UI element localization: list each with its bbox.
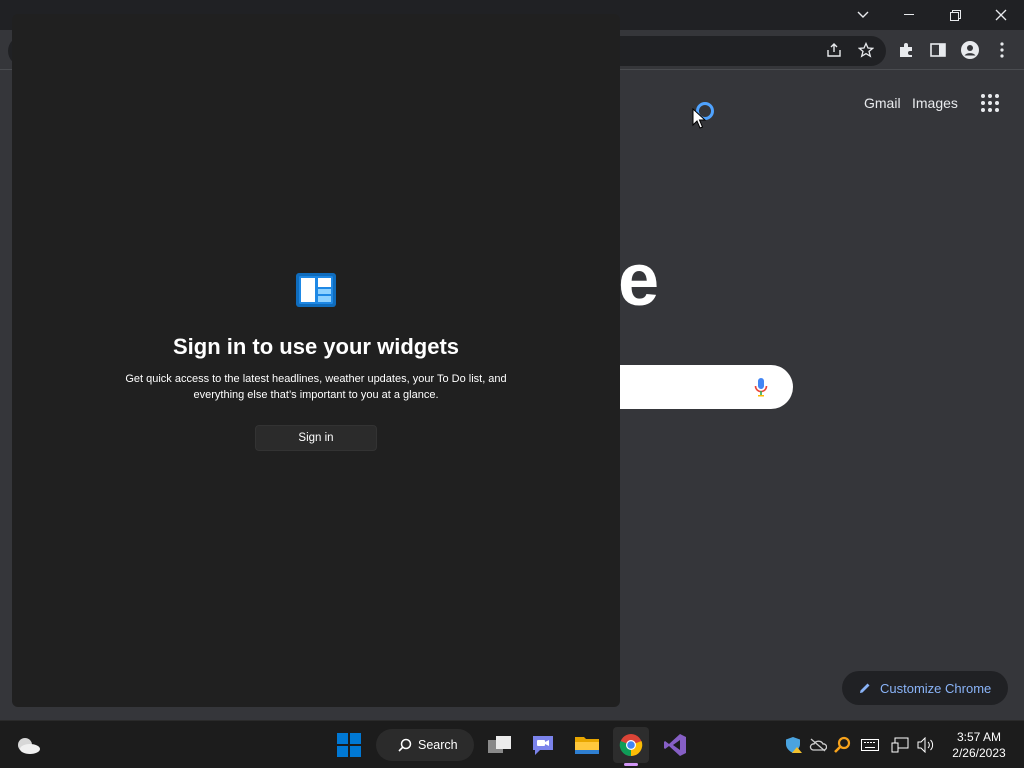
apps-grid-icon — [981, 94, 999, 112]
sign-in-button[interactable]: Sign in — [255, 425, 377, 451]
task-view-icon — [488, 736, 511, 753]
close-icon — [995, 9, 1007, 21]
tab-search-button[interactable] — [840, 0, 886, 30]
cloud-icon — [18, 738, 40, 754]
voice-search-button[interactable] — [754, 377, 768, 402]
google-logo: e — [618, 238, 660, 321]
folder-icon — [575, 737, 599, 754]
customize-chrome-label: Customize Chrome — [880, 680, 992, 696]
customize-chrome-button[interactable]: Customize Chrome — [842, 671, 1008, 705]
visual-studio-button[interactable] — [657, 727, 693, 763]
menu-icon — [1000, 42, 1004, 58]
teams-chat-icon — [533, 736, 553, 755]
taskbar: Search 3:57 AM 2/26/2023 — [0, 720, 1024, 768]
speaker-icon — [917, 737, 934, 753]
share-button[interactable] — [822, 38, 846, 62]
visual-studio-icon — [664, 734, 686, 756]
mouse-cursor-icon — [692, 108, 706, 129]
widgets-description: Get quick access to the latest headlines… — [125, 373, 507, 401]
taskbar-search-label: Search — [418, 738, 458, 752]
search-icon — [398, 738, 412, 752]
windows-logo-icon — [337, 733, 361, 757]
chevron-down-icon — [857, 11, 869, 18]
onedrive-offline-icon — [809, 738, 827, 752]
start-button[interactable] — [331, 727, 367, 763]
star-icon — [858, 42, 874, 58]
teams-chat-button[interactable] — [525, 727, 561, 763]
close-button[interactable] — [978, 0, 1024, 30]
magnifier-icon — [834, 736, 851, 753]
bookmark-button[interactable] — [854, 38, 878, 62]
mic-icon — [754, 378, 768, 397]
restore-icon — [949, 9, 961, 21]
chrome-menu-button[interactable] — [990, 38, 1014, 62]
touch-keyboard-button[interactable] — [860, 735, 880, 755]
extensions-button[interactable] — [894, 38, 918, 62]
onedrive-tray-button[interactable] — [808, 735, 828, 755]
volume-tray-button[interactable] — [916, 735, 936, 755]
keyboard-icon — [861, 739, 879, 751]
chrome-taskbar-button[interactable] — [613, 727, 649, 766]
pencil-icon — [860, 683, 870, 693]
network-icon — [891, 737, 909, 753]
file-explorer-button[interactable] — [569, 727, 605, 763]
taskbar-clock[interactable]: 3:57 AM 2/26/2023 — [942, 729, 1016, 761]
defender-tray-button[interactable] — [784, 735, 804, 755]
profile-icon — [961, 41, 979, 59]
app-tray-button[interactable] — [832, 735, 852, 755]
minimize-icon — [904, 14, 914, 15]
clock-date: 2/26/2023 — [952, 746, 1006, 760]
active-app-indicator — [624, 763, 638, 766]
minimize-button[interactable] — [886, 0, 932, 30]
restore-button[interactable] — [932, 0, 978, 30]
widgets-panel: Sign in to use your widgets Get quick ac… — [12, 14, 620, 707]
side-panel-button[interactable] — [926, 38, 950, 62]
apps-grid-button[interactable] — [978, 91, 1002, 115]
clock-time: 3:57 AM — [956, 730, 1002, 744]
widgets-icon — [296, 273, 336, 307]
extensions-icon — [900, 43, 912, 57]
chrome-icon — [619, 734, 643, 757]
shield-icon — [786, 737, 802, 753]
side-panel-icon — [930, 43, 946, 57]
network-tray-button[interactable] — [890, 735, 910, 755]
weather-widget-button[interactable] — [10, 727, 46, 763]
gmail-link[interactable]: Gmail — [864, 95, 901, 111]
share-icon — [827, 43, 841, 57]
task-view-button[interactable] — [482, 727, 518, 763]
taskbar-search-button[interactable]: Search — [376, 729, 474, 761]
widgets-title: Sign in to use your widgets — [172, 334, 460, 359]
images-link[interactable]: Images — [912, 95, 958, 111]
profile-button[interactable] — [958, 38, 982, 62]
